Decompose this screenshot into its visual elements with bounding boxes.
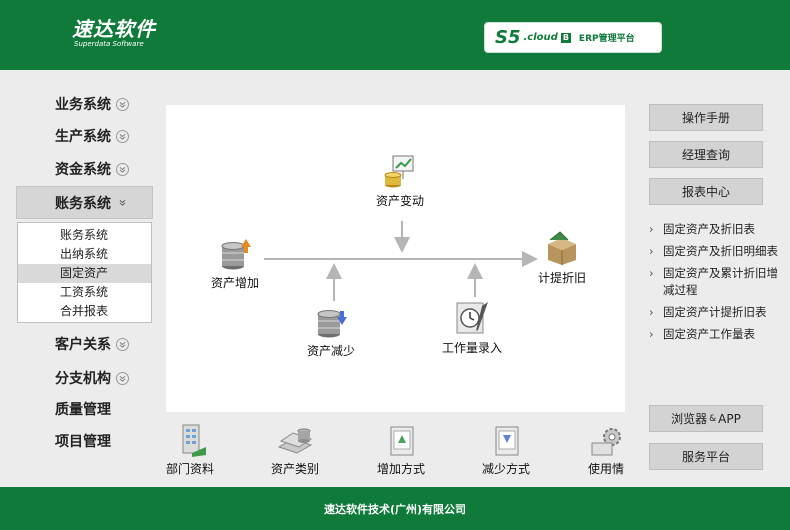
report-label: 固定资产及折旧表: [663, 222, 755, 236]
accounting-submenu: 账务系统 出纳系统 固定资产 工资系统 合并报表: [17, 222, 152, 323]
nav-project[interactable]: 项目管理: [55, 429, 111, 453]
product-cloud: .cloud: [523, 32, 558, 43]
chevron-down-icon: [116, 129, 129, 143]
fixed-asset-flow-panel: 资产变动 资产增加 计提折旧 资产减少 工作量录入: [166, 105, 625, 412]
logo-en-text: Superdata Software: [74, 40, 144, 48]
nav-label: 业务系统: [55, 97, 111, 113]
nav-label: 客户关系: [55, 337, 111, 353]
report-center-button[interactable]: 报表中心: [649, 178, 763, 205]
chevron-right-icon: ›: [649, 244, 654, 258]
product-badge: S5 .cloud B ERP管理平台: [484, 22, 662, 53]
box-icon: [548, 231, 576, 265]
chevron-right-icon: ›: [649, 305, 654, 319]
report-link[interactable]: › 固定资产计提折旧表: [649, 304, 785, 321]
node-label: 工作量录入: [442, 341, 503, 355]
chevron-down-icon: [116, 196, 129, 209]
product-s5: S5: [495, 27, 521, 48]
nav-label: 质量管理: [55, 402, 111, 418]
report-label: 固定资产工作量表: [663, 327, 755, 341]
node-depreciation[interactable]: 计提折旧: [538, 230, 586, 286]
nav-branches[interactable]: 分支机构: [55, 366, 129, 390]
quick-label: 增加方式: [377, 462, 426, 476]
nav-label: 分支机构: [55, 371, 111, 387]
nav-funds-system[interactable]: 资金系统: [55, 157, 129, 181]
node-label: 计提折旧: [538, 271, 587, 285]
node-asset-add[interactable]: 资产增加: [211, 235, 259, 291]
submenu-item-payroll[interactable]: 工资系统: [18, 283, 151, 302]
button-label-b: APP: [718, 411, 741, 426]
database-remove-icon: [317, 310, 347, 338]
button-label: 经理查询: [681, 148, 730, 162]
service-platform-button[interactable]: 服务平台: [649, 443, 763, 470]
report-label: 固定资产及累计折旧增减过程: [663, 266, 778, 297]
button-label: 服务平台: [681, 450, 730, 464]
building-icon: [182, 424, 206, 457]
quick-asset-category[interactable]: 资产类别: [271, 423, 319, 477]
quick-add-method[interactable]: 增加方式: [377, 423, 425, 477]
submenu-item-accounting[interactable]: 账务系统: [18, 226, 151, 245]
clock-pen-icon: [456, 302, 488, 334]
product-edition-badge: B: [560, 32, 571, 43]
report-link[interactable]: › 固定资产工作量表: [649, 326, 785, 343]
gear-icon: [591, 428, 621, 456]
node-workload-entry[interactable]: 工作量录入: [442, 300, 502, 356]
footer-bar: 速达软件技术(广州)有限公司: [0, 487, 790, 530]
reduce-doc-icon: [495, 426, 519, 456]
chevron-down-icon: [116, 371, 129, 385]
chevron-right-icon: ›: [649, 222, 654, 236]
manual-button[interactable]: 操作手册: [649, 104, 763, 131]
nav-label: 资金系统: [55, 162, 111, 178]
node-label: 资产增加: [211, 276, 260, 290]
node-asset-change[interactable]: 资产变动: [376, 153, 424, 209]
report-link[interactable]: › 固定资产及折旧明细表: [649, 243, 785, 260]
chevron-down-icon: [116, 337, 129, 351]
header-bar: 速达软件 Superdata Software S5 .cloud B ERP管…: [0, 0, 790, 70]
node-asset-reduce[interactable]: 资产减少: [307, 303, 355, 359]
nav-quality[interactable]: 质量管理: [55, 397, 111, 421]
footer-company: 速达软件技术(广州)有限公司: [323, 502, 467, 516]
report-link[interactable]: › 固定资产及折旧表: [649, 221, 785, 238]
quick-usage[interactable]: 使用情: [588, 423, 624, 477]
quick-label: 资产类别: [271, 462, 320, 476]
database-add-icon: [221, 239, 251, 270]
button-label-amp: &: [709, 413, 717, 424]
nav-label: 生产系统: [55, 129, 111, 145]
add-doc-icon: [390, 426, 414, 456]
report-label: 固定资产计提折旧表: [663, 305, 767, 319]
node-label: 资产变动: [376, 194, 425, 208]
submenu-item-fixed-assets[interactable]: 固定资产: [18, 264, 151, 283]
chevron-down-icon: [116, 162, 129, 176]
brand-logo: 速达软件 Superdata Software: [72, 18, 156, 49]
nav-label: 账务系统: [55, 195, 111, 212]
report-label: 固定资产及折旧明细表: [663, 244, 778, 258]
nav-accounting-system[interactable]: 账务系统: [16, 186, 153, 219]
nav-crm[interactable]: 客户关系: [55, 332, 129, 356]
quick-label: 部门资料: [166, 462, 215, 476]
quick-reduce-method[interactable]: 减少方式: [482, 423, 530, 477]
product-erp-label: ERP管理平台: [578, 34, 635, 44]
chevron-right-icon: ›: [649, 327, 654, 341]
node-label: 资产减少: [307, 344, 356, 358]
category-stack-icon: [277, 428, 313, 454]
quick-label: 减少方式: [482, 462, 531, 476]
report-link[interactable]: › 固定资产及累计折旧增减过程: [649, 265, 785, 299]
browser-app-button[interactable]: 浏览器 & APP: [649, 405, 763, 432]
button-label: 操作手册: [681, 111, 730, 125]
submenu-item-consolidated-report[interactable]: 合并报表: [18, 302, 151, 321]
chevron-right-icon: ›: [649, 266, 654, 280]
presentation-chart-icon: [384, 155, 414, 188]
submenu-item-cashier[interactable]: 出纳系统: [18, 245, 151, 264]
button-label: 报表中心: [681, 185, 730, 199]
quick-label: 使用情: [588, 462, 625, 476]
quick-dept-info[interactable]: 部门资料: [166, 423, 214, 477]
nav-business-system[interactable]: 业务系统: [55, 92, 129, 116]
button-label-a: 浏览器: [671, 412, 708, 426]
nav-label: 项目管理: [55, 434, 111, 450]
report-list: › 固定资产及折旧表 › 固定资产及折旧明细表 › 固定资产及累计折旧增减过程 › 固定…: [649, 221, 785, 348]
logo-cn-text: 速达软件: [72, 17, 156, 41]
nav-production-system[interactable]: 生产系统: [55, 124, 129, 148]
manager-query-button[interactable]: 经理查询: [649, 141, 763, 168]
chevron-down-icon: [116, 97, 129, 111]
